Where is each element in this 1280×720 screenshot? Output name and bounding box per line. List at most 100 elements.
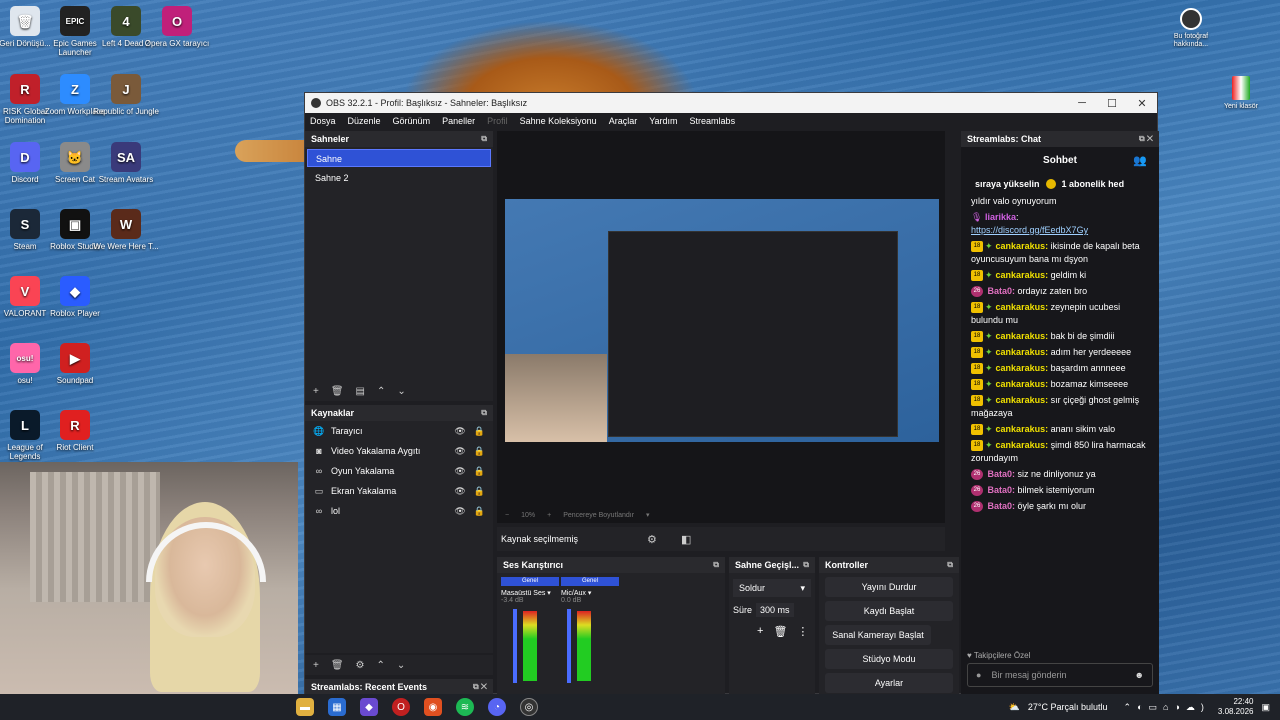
- obs-titlebar[interactable]: OBS 32.2.1 - Profil: Başlıksız - Sahnele…: [305, 93, 1157, 113]
- lock-icon[interactable]: 🔒: [474, 446, 485, 457]
- duration-input[interactable]: 300 ms: [756, 603, 794, 617]
- desktop-icon-opera-gx[interactable]: O Opera GX tarayıcı: [144, 6, 210, 48]
- menu-profil[interactable]: Profil: [487, 116, 508, 126]
- obs-icon[interactable]: ◎: [520, 698, 538, 716]
- lock-icon[interactable]: 🔒: [474, 486, 485, 497]
- close-icon[interactable]: ⧉ ✕: [473, 682, 487, 692]
- more-icon[interactable]: ⋮: [797, 625, 808, 638]
- lock-icon[interactable]: 🔒: [474, 426, 485, 437]
- source-settings-icon[interactable]: ⚙: [356, 660, 365, 671]
- menu-yardim[interactable]: Yardım: [649, 116, 677, 126]
- source-item[interactable]: ◙ Video Yakalama Aygıtı 👁 🔒: [305, 441, 493, 461]
- desktop-icon-republic-jungle[interactable]: J Republic of Jungle: [93, 74, 159, 116]
- settings-button[interactable]: Ayarlar: [825, 673, 953, 693]
- zoom-out-icon[interactable]: −: [505, 512, 509, 519]
- tray-icons[interactable]: ⌃◐▭⌂◑☁): [1124, 702, 1210, 713]
- eye-icon[interactable]: 👁: [454, 446, 465, 457]
- eye-icon[interactable]: 👁: [454, 426, 465, 437]
- store-icon[interactable]: ▦: [328, 698, 346, 716]
- file-explorer-icon[interactable]: ▬: [296, 698, 314, 716]
- preview-canvas[interactable]: − 10% + Pencereye Boyutlandır ▾: [497, 131, 945, 523]
- desktop-icon-stream-avatars[interactable]: SA Stream Avatars: [93, 142, 159, 184]
- minimize-icon[interactable]: ─: [1067, 97, 1097, 110]
- lock-icon[interactable]: 🔒: [474, 506, 485, 517]
- close-icon[interactable]: ⧉ ✕: [1139, 134, 1153, 144]
- chat-tab-sohbet[interactable]: Sohbet: [1043, 155, 1077, 166]
- chat-username[interactable]: Bata0: [988, 501, 1013, 511]
- channel-name[interactable]: Mic/Aux ▾: [561, 589, 619, 597]
- users-icon[interactable]: 👥: [1133, 154, 1147, 167]
- opera-icon[interactable]: O: [392, 698, 410, 716]
- studio-mode-button[interactable]: Stüdyo Modu: [825, 649, 953, 669]
- chat-username[interactable]: cankarakus: [996, 302, 1046, 312]
- chat-username[interactable]: cankarakus: [996, 379, 1046, 389]
- chat-username[interactable]: cankarakus: [996, 331, 1046, 341]
- close-icon[interactable]: ✕: [1127, 97, 1157, 110]
- spotify-icon[interactable]: ≋: [456, 698, 474, 716]
- desktop-icon-we-were-here[interactable]: W We Were Here T...: [93, 209, 159, 251]
- chevron-down-icon[interactable]: ▾: [646, 511, 650, 519]
- desktop-icon-riot-client[interactable]: R Riot Client: [42, 410, 108, 452]
- undock-icon[interactable]: ⧉: [713, 560, 719, 570]
- undock-icon[interactable]: ⧉: [481, 408, 487, 418]
- photo-info-desktop-icon[interactable]: Bu fotoğraf hakkında...: [1166, 8, 1216, 49]
- eye-icon[interactable]: 👁: [454, 506, 465, 517]
- lock-icon[interactable]: 🔒: [474, 466, 485, 477]
- menu-araclar[interactable]: Araçlar: [609, 116, 638, 126]
- chat-username[interactable]: cankarakus: [996, 395, 1046, 405]
- channel-name[interactable]: Masaüstü Ses ▾: [501, 589, 559, 597]
- chat-username[interactable]: liarikka: [985, 212, 1016, 222]
- chat-input[interactable]: ● Bir mesaj gönderin ☻: [967, 663, 1153, 687]
- move-up-icon[interactable]: ⌃: [377, 386, 385, 397]
- fit-to-window[interactable]: Pencereye Boyutlandır: [563, 512, 634, 519]
- move-down-icon[interactable]: ⌄: [397, 660, 405, 671]
- menu-dosya[interactable]: Dosya: [310, 116, 336, 126]
- scene-item-sahne-2[interactable]: Sahne 2: [307, 169, 491, 187]
- move-down-icon[interactable]: ⌄: [397, 386, 405, 397]
- undock-icon[interactable]: ⧉: [803, 560, 809, 570]
- discord-icon[interactable]: ◔: [488, 698, 506, 716]
- stop-streaming-button[interactable]: Yayını Durdur: [825, 577, 953, 597]
- chat-text[interactable]: https://discord.gg/fEedbX7Gy: [971, 225, 1088, 235]
- transition-select[interactable]: Soldur ▾: [733, 579, 811, 597]
- source-item[interactable]: 🌐 Tarayıcı 👁 🔒: [305, 421, 493, 441]
- chat-username[interactable]: Bata0: [988, 469, 1013, 479]
- add-scene-icon[interactable]: +: [313, 386, 319, 397]
- weather-icon[interactable]: ⛅: [1009, 702, 1020, 713]
- menu-paneller[interactable]: Paneller: [442, 116, 475, 126]
- clock[interactable]: 22:40 3.08.2026: [1218, 697, 1254, 717]
- desktop-icon-roblox-player[interactable]: ◆ Roblox Player: [42, 276, 108, 318]
- move-up-icon[interactable]: ⌃: [377, 660, 385, 671]
- menu-duzenle[interactable]: Düzenle: [348, 116, 381, 126]
- new-folder-desktop-icon[interactable]: Yeni klasör: [1216, 76, 1266, 111]
- chat-username[interactable]: cankarakus: [996, 424, 1046, 434]
- menu-gorunum[interactable]: Görünüm: [393, 116, 431, 126]
- chat-username[interactable]: cankarakus: [996, 440, 1046, 450]
- volume-fader[interactable]: [513, 609, 517, 683]
- chat-username[interactable]: Bata0: [988, 286, 1013, 296]
- undock-icon[interactable]: ⧉: [481, 134, 487, 144]
- source-item[interactable]: ∞ lol 👁 🔒: [305, 501, 493, 521]
- filters-icon[interactable]: ◧: [681, 533, 691, 546]
- emoji-icon[interactable]: ☻: [1135, 670, 1144, 680]
- remove-scene-icon[interactable]: 🗑: [331, 386, 344, 397]
- remove-source-icon[interactable]: 🗑: [331, 660, 344, 671]
- weather-text[interactable]: 27°C Parçalı bulutlu: [1028, 702, 1108, 712]
- source-item[interactable]: ∞ Oyun Yakalama 👁 🔒: [305, 461, 493, 481]
- source-item[interactable]: ▭ Ekran Yakalama 👁 🔒: [305, 481, 493, 501]
- menu-streamlabs[interactable]: Streamlabs: [690, 116, 736, 126]
- start-virtual-camera-button[interactable]: Sanal Kamerayı Başlat: [825, 625, 931, 645]
- undock-icon[interactable]: ⧉: [947, 560, 953, 570]
- eye-icon[interactable]: 👁: [454, 486, 465, 497]
- scene-item-sahne[interactable]: Sahne: [307, 149, 491, 167]
- game-icon[interactable]: ◉: [424, 698, 442, 716]
- maximize-icon[interactable]: ☐: [1097, 97, 1127, 110]
- gear-icon[interactable]: ⚙: [647, 533, 657, 546]
- notification-icon[interactable]: ▣: [1261, 702, 1270, 713]
- volume-fader[interactable]: [567, 609, 571, 683]
- desktop-icon-soundpad[interactable]: ▶ Soundpad: [42, 343, 108, 385]
- menu-sahne-koleksiyonu[interactable]: Sahne Koleksiyonu: [520, 116, 597, 126]
- start-recording-button[interactable]: Kaydı Başlat: [825, 601, 953, 621]
- vscode-icon[interactable]: ◆: [360, 698, 378, 716]
- add-source-icon[interactable]: +: [313, 660, 319, 671]
